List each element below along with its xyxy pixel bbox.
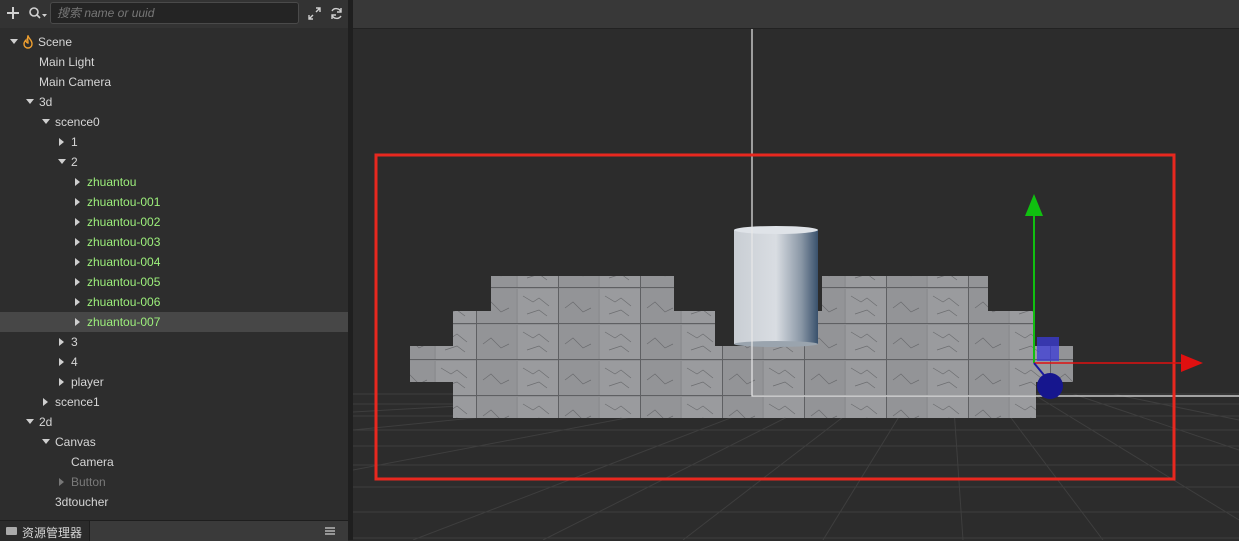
collapsed-arrow-icon[interactable] <box>73 232 83 252</box>
scene-canvas[interactable] <box>353 0 1239 540</box>
tree-node[interactable]: Canvas <box>0 432 348 452</box>
expanded-arrow-icon[interactable] <box>41 112 51 132</box>
tree-node[interactable]: 1 <box>0 132 348 152</box>
collapsed-arrow-icon[interactable] <box>73 172 83 192</box>
collapsed-arrow-icon[interactable] <box>57 372 67 392</box>
tree-node-label: 3 <box>71 335 78 349</box>
collapsed-arrow-icon[interactable] <box>57 352 67 372</box>
tree-node-label: 1 <box>71 135 78 149</box>
plane-handle-icon <box>1037 337 1059 361</box>
scene-view[interactable] <box>353 0 1239 540</box>
tree-node-label: 3dtoucher <box>55 495 109 509</box>
collapsed-arrow-icon[interactable] <box>57 132 67 152</box>
tree-node-label: Camera <box>71 455 114 469</box>
collapsed-arrow-icon[interactable] <box>57 332 67 352</box>
tree-node[interactable]: 2d <box>0 412 348 432</box>
collapsed-arrow-icon[interactable] <box>73 192 83 212</box>
tree-node[interactable]: zhuantou-005 <box>0 272 348 292</box>
expanded-arrow-icon[interactable] <box>25 412 35 432</box>
tree-node-label: zhuantou <box>87 175 137 189</box>
scene-flame-icon <box>23 35 33 49</box>
hierarchy-toolbar <box>0 0 348 28</box>
folder-icon <box>6 527 17 535</box>
collapsed-arrow-icon[interactable] <box>73 212 83 232</box>
expanded-arrow-icon[interactable] <box>57 152 67 172</box>
collapsed-arrow-icon[interactable] <box>73 312 83 332</box>
tree-node-label: 4 <box>71 355 78 369</box>
cylinder-player <box>734 226 818 347</box>
tree-node-label: zhuantou-007 <box>87 315 161 329</box>
tree-node-label: 3d <box>39 95 53 109</box>
tree-node-label: zhuantou-006 <box>87 295 161 309</box>
tree-node[interactable]: zhuantou-004 <box>0 252 348 272</box>
tree-node-label: Main Camera <box>39 75 112 89</box>
refresh-icon[interactable] <box>328 3 344 23</box>
y-axis-arrow-icon <box>1025 194 1043 216</box>
search-input[interactable] <box>50 2 299 24</box>
tree-node[interactable]: zhuantou-007 <box>0 312 348 332</box>
collapsed-arrow-icon[interactable] <box>57 472 67 492</box>
assets-tab[interactable]: 资源管理器 <box>0 521 90 541</box>
tree-node[interactable]: Camera <box>0 452 348 472</box>
menu-icon[interactable] <box>325 525 335 537</box>
tree-node[interactable]: zhuantou-003 <box>0 232 348 252</box>
expanded-arrow-icon[interactable] <box>9 32 19 52</box>
expand-icon[interactable] <box>306 3 322 23</box>
tree-node[interactable]: player <box>0 372 348 392</box>
tree-node[interactable]: scence0 <box>0 112 348 132</box>
tree-node-label: Canvas <box>55 435 96 449</box>
tree-node[interactable]: scence1 <box>0 392 348 412</box>
tree-node[interactable]: zhuantou-002 <box>0 212 348 232</box>
tree-node-label: 2 <box>71 155 78 169</box>
tree-node[interactable]: zhuantou-006 <box>0 292 348 312</box>
expanded-arrow-icon[interactable] <box>41 432 51 452</box>
tree-node[interactable]: 4 <box>0 352 348 372</box>
search-dropdown-icon[interactable] <box>28 3 48 23</box>
tree-node-label: player <box>71 375 104 389</box>
tree-node-label: zhuantou-005 <box>87 275 161 289</box>
tree-node[interactable]: zhuantou-001 <box>0 192 348 212</box>
tree-node[interactable]: Button <box>0 472 348 492</box>
collapsed-arrow-icon[interactable] <box>41 392 51 412</box>
tree-node[interactable]: Scene <box>0 32 348 52</box>
tree-node-label: Scene <box>38 35 73 49</box>
tree-node-label: Button <box>71 475 106 489</box>
collapsed-arrow-icon[interactable] <box>73 252 83 272</box>
tree-node[interactable]: 2 <box>0 152 348 172</box>
tree-node[interactable]: Main Camera <box>0 72 348 92</box>
x-axis-arrow-icon <box>1181 354 1203 372</box>
tree-node-label: zhuantou-004 <box>87 255 161 269</box>
tree-node[interactable]: 3dtoucher <box>0 492 348 512</box>
tree-node[interactable]: Main Light <box>0 52 348 72</box>
tree-node-label: Main Light <box>39 55 95 69</box>
node-tree: Scene Main Light Main Camera 3d scence0 1 2 zhu… <box>0 32 348 512</box>
tree-node[interactable]: 3d <box>0 92 348 112</box>
plus-icon[interactable] <box>5 3 21 23</box>
tree-node-label: scence0 <box>55 115 100 129</box>
collapsed-arrow-icon[interactable] <box>73 272 83 292</box>
assets-panel-header: 资源管理器 <box>0 520 348 541</box>
tree-node[interactable]: zhuantou <box>0 172 348 192</box>
tree-node-label: scence1 <box>55 395 100 409</box>
tree-node-label: zhuantou-002 <box>87 215 161 229</box>
tree-node-label: zhuantou-001 <box>87 195 161 209</box>
hierarchy-panel: Scene Main Light Main Camera 3dscence0 1 2 zhu… <box>0 0 348 541</box>
collapsed-arrow-icon[interactable] <box>73 292 83 312</box>
expanded-arrow-icon[interactable] <box>25 92 35 112</box>
z-axis-handle-icon <box>1037 373 1063 399</box>
assets-tab-label: 资源管理器 <box>22 526 83 540</box>
tree-node-label: zhuantou-003 <box>87 235 161 249</box>
tree-node[interactable]: 3 <box>0 332 348 352</box>
tree-node-label: 2d <box>39 415 53 429</box>
